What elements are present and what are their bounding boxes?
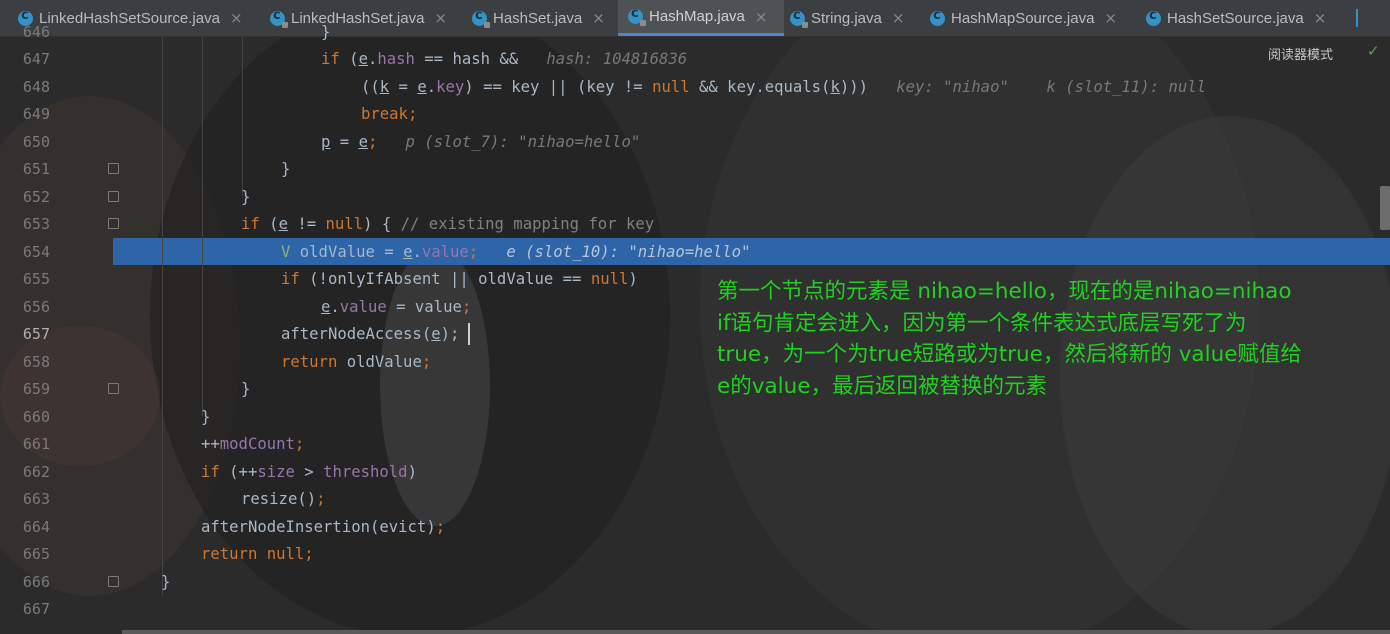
tab-label: LinkedHashSetSource.java bbox=[39, 9, 220, 27]
java-class-icon bbox=[790, 8, 808, 28]
tab-overflow[interactable] bbox=[1352, 0, 1390, 36]
tab-linkedhashsetsource[interactable]: LinkedHashSetSource.java × bbox=[18, 0, 264, 36]
inline-debug-value: e (slot_10): "nihao=hello" bbox=[506, 243, 751, 261]
tab-hashset[interactable]: HashSet.java × bbox=[472, 0, 612, 36]
java-class-icon bbox=[930, 8, 945, 26]
indent-guide bbox=[202, 36, 203, 416]
close-icon[interactable]: × bbox=[892, 9, 905, 27]
close-icon[interactable]: × bbox=[1314, 9, 1327, 27]
tab-string[interactable]: String.java × bbox=[790, 0, 920, 36]
annotation-line: e的value，最后返回被替换的元素 bbox=[717, 373, 1047, 399]
close-icon[interactable]: × bbox=[230, 9, 243, 27]
tab-label: HashMap.java bbox=[649, 8, 745, 25]
tab-hashmapsource[interactable]: HashMapSource.java × bbox=[930, 0, 1134, 36]
code-line-648: ((k = e.key) == key || (key != null && k… bbox=[361, 78, 1207, 96]
java-class-icon bbox=[1146, 8, 1161, 26]
code-line-666: } bbox=[161, 573, 171, 591]
code-line-655: if (!onlyIfAbsent || oldValue == null) bbox=[281, 270, 638, 288]
java-class-icon bbox=[472, 8, 490, 28]
java-class-icon bbox=[270, 8, 288, 28]
code-line-660: } bbox=[201, 408, 211, 426]
indent-guide bbox=[242, 36, 243, 196]
code-line-657: afterNodeAccess(e); bbox=[281, 325, 460, 343]
code-line-665: return null; bbox=[201, 545, 314, 563]
inline-debug-value: p (slot_7): "nihao=hello" bbox=[405, 133, 641, 151]
code-line-653: if (e != null) { // existing mapping for… bbox=[241, 215, 655, 233]
code-line-650: p = e; p (slot_7): "nihao=hello" bbox=[321, 133, 641, 151]
indent-guide bbox=[162, 36, 163, 596]
annotation-line: 第一个节点的元素是 nihao=hello，现在的是nihao=nihao bbox=[717, 279, 1292, 304]
tab-hashsetsource[interactable]: HashSetSource.java × bbox=[1146, 0, 1342, 36]
tab-label: LinkedHashSet.java bbox=[291, 9, 425, 27]
code-line-647: if (e.hash == hash && hash: 104816836 bbox=[321, 50, 688, 68]
vertical-scrollbar-thumb[interactable] bbox=[1380, 186, 1390, 230]
tab-label: HashMapSource.java bbox=[951, 9, 1095, 27]
close-icon[interactable]: × bbox=[755, 8, 768, 26]
code-line-654: V oldValue = e.value; e (slot_10): "niha… bbox=[281, 243, 751, 261]
code-line-651: } bbox=[281, 160, 291, 178]
text-caret bbox=[468, 323, 470, 345]
more-tabs-indicator bbox=[1356, 9, 1358, 27]
tab-label: HashSet.java bbox=[493, 9, 583, 27]
close-icon[interactable]: × bbox=[1104, 9, 1117, 27]
code-line-652: } bbox=[241, 188, 251, 206]
code-line-646: } bbox=[321, 23, 331, 41]
inline-debug-value: hash: 104816836 bbox=[546, 50, 688, 68]
editor-tab-bar: LinkedHashSetSource.java × LinkedHashSet… bbox=[0, 0, 1390, 37]
tab-linkedhashset[interactable]: LinkedHashSet.java × bbox=[270, 0, 466, 36]
close-icon[interactable]: × bbox=[434, 9, 447, 27]
annotation-line: true，为一个为true短路或为true，然后将新的 value赋值给 bbox=[717, 342, 1302, 367]
close-icon[interactable]: × bbox=[592, 9, 605, 27]
code-line-656: e.value = value; bbox=[321, 298, 472, 316]
code-line-649: break; bbox=[361, 105, 418, 123]
code-line-658: return oldValue; bbox=[281, 353, 432, 371]
code-line-664: afterNodeInsertion(evict); bbox=[201, 518, 446, 536]
tab-hashmap[interactable]: HashMap.java × bbox=[618, 0, 784, 36]
annotation-line: if语句肯定会进入，因为第一个条件表达式底层写死了为 bbox=[717, 310, 1247, 336]
horizontal-scrollbar[interactable] bbox=[122, 630, 1390, 634]
tab-label: HashSetSource.java bbox=[1167, 9, 1304, 27]
annotation-note: 第一个节点的元素是 nihao=hello，现在的是nihao=nihao if… bbox=[717, 276, 1382, 402]
tab-label: String.java bbox=[811, 9, 882, 27]
code-line-661: ++modCount; bbox=[201, 435, 305, 453]
code-line-659: } bbox=[241, 380, 251, 398]
inline-debug-value: k (slot_11): null bbox=[1046, 78, 1207, 96]
java-class-icon bbox=[628, 6, 646, 26]
code-line-663: resize(); bbox=[241, 490, 326, 508]
code-line-662: if (++size > threshold) bbox=[201, 463, 417, 481]
inline-debug-value: key: "nihao" bbox=[896, 78, 1009, 96]
